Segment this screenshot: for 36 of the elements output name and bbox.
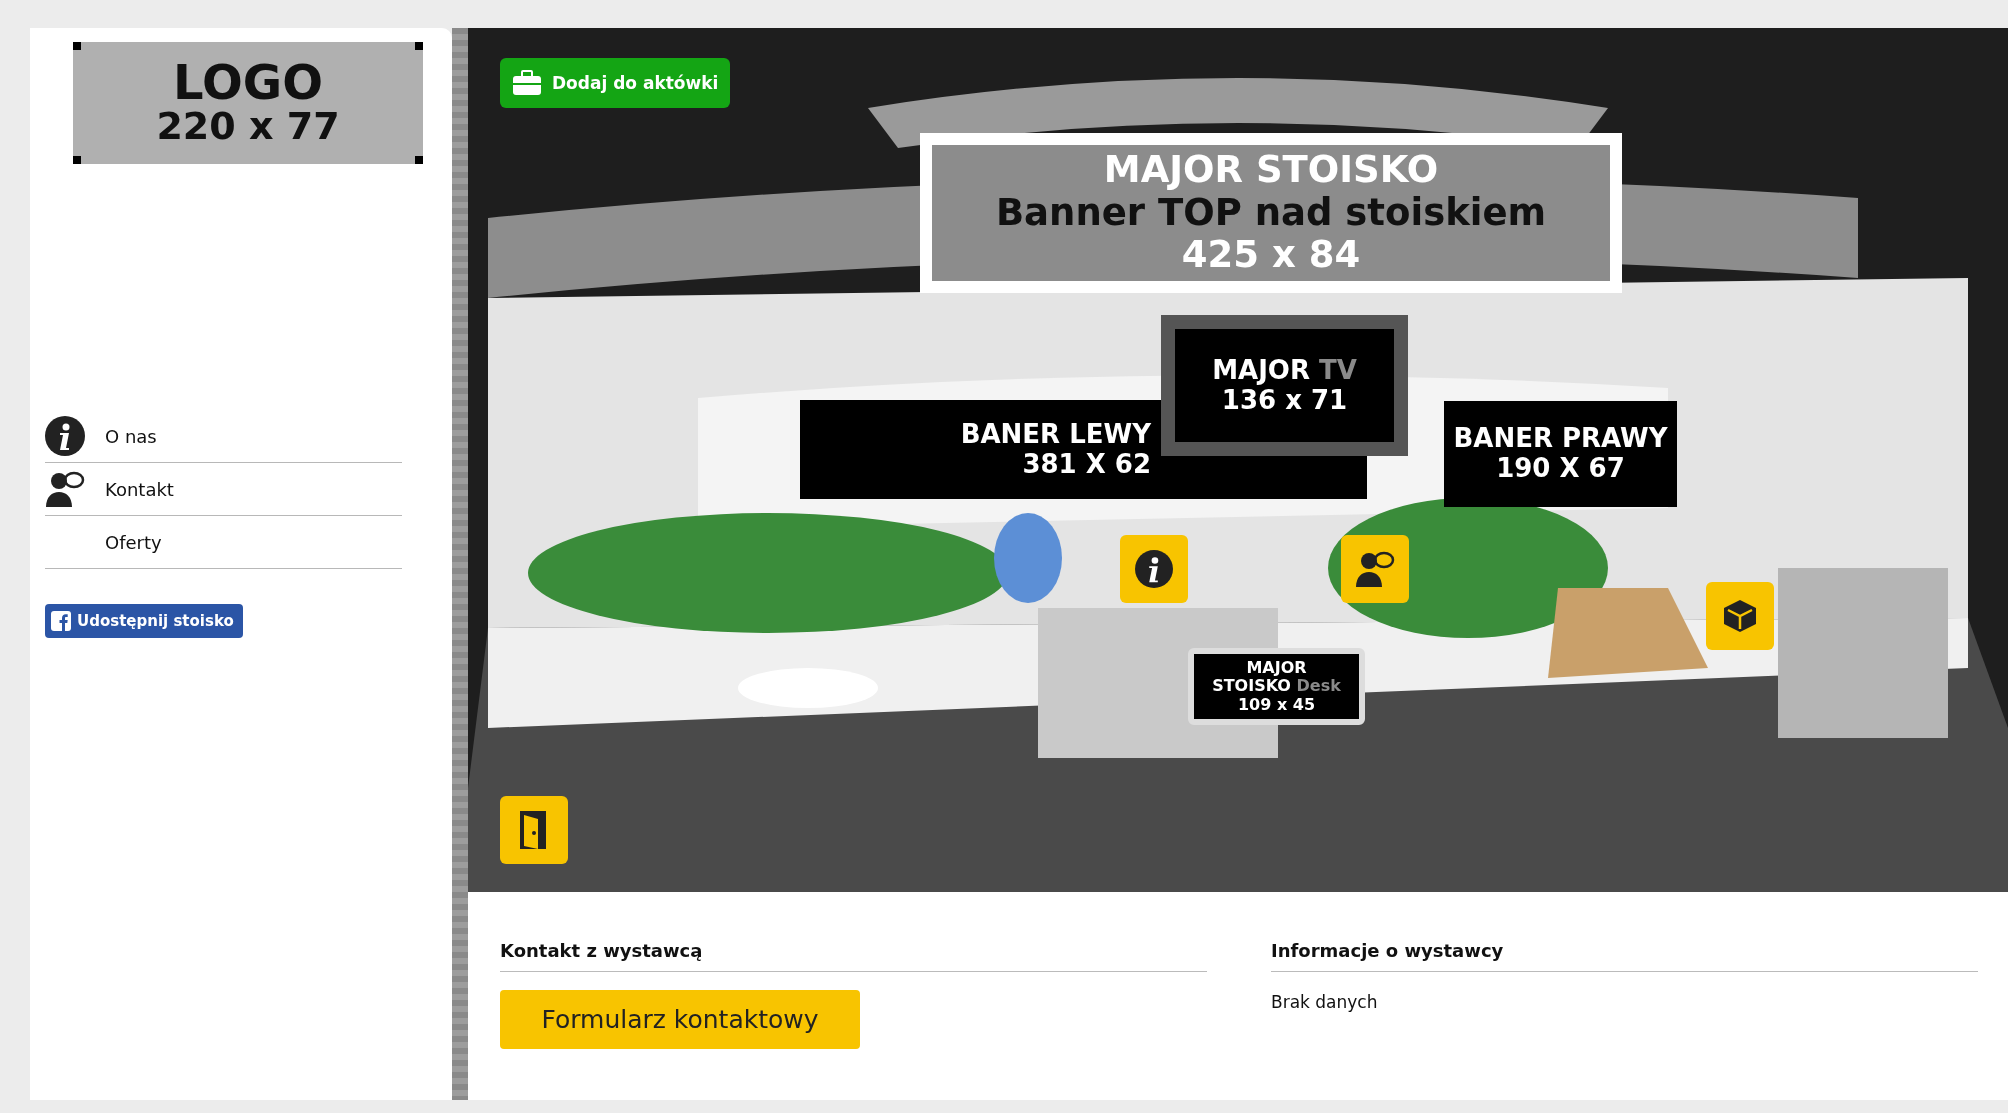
briefcase-icon <box>512 70 542 96</box>
banner-text: MAJOR <box>1246 658 1307 678</box>
corner-mark <box>73 42 81 50</box>
banner-text: MAJOR TV <box>1212 355 1357 386</box>
logo-size: 220 x 77 <box>156 106 340 148</box>
person-speech-icon <box>45 469 85 509</box>
banner-text: 190 X 67 <box>1496 454 1625 484</box>
menu-item[interactable]: Oferty <box>45 516 402 569</box>
info-icon <box>1135 550 1173 588</box>
section-heading: Kontakt z wystawcą <box>500 940 1207 972</box>
banner-text: Banner TOP nad stoiskiem <box>995 191 1547 235</box>
banner-text: 425 x 84 <box>1181 234 1361 277</box>
share-button[interactable]: Udostępnij stoisko <box>45 604 243 638</box>
banner-text: MAJOR STOISKO <box>1103 149 1439 192</box>
hotspot-button[interactable] <box>1341 535 1409 603</box>
logo-title: LOGO <box>173 58 323 107</box>
menu-item[interactable]: O nas <box>45 410 402 463</box>
banner-text: BANER LEWY <box>960 419 1151 450</box>
banner-text: 381 X 62 <box>1022 449 1151 480</box>
corner-mark <box>415 42 423 50</box>
hotspot-button[interactable] <box>1120 535 1188 603</box>
contact-form-button[interactable]: Formularz kontaktowy <box>500 990 860 1049</box>
person-speech-icon <box>1355 549 1395 589</box>
corner-mark <box>415 156 423 164</box>
banner-text: STOISKO Desk <box>1212 677 1341 696</box>
banner-text: BANER PRAWY <box>1453 424 1668 454</box>
info-text: Brak danych <box>1271 992 1379 1012</box>
facebook-icon <box>51 611 71 631</box>
section-heading: Informacje o wystawcy <box>1271 940 1978 972</box>
menu-item[interactable]: Kontakt <box>45 463 402 516</box>
banner-text: 136 x 71 <box>1221 385 1348 416</box>
info-icon <box>45 416 85 456</box>
hotspot-button[interactable] <box>1706 582 1774 650</box>
banner-text: 109 x 45 <box>1237 695 1316 715</box>
corner-mark <box>73 156 81 164</box>
hotspot-button[interactable] <box>500 796 568 864</box>
